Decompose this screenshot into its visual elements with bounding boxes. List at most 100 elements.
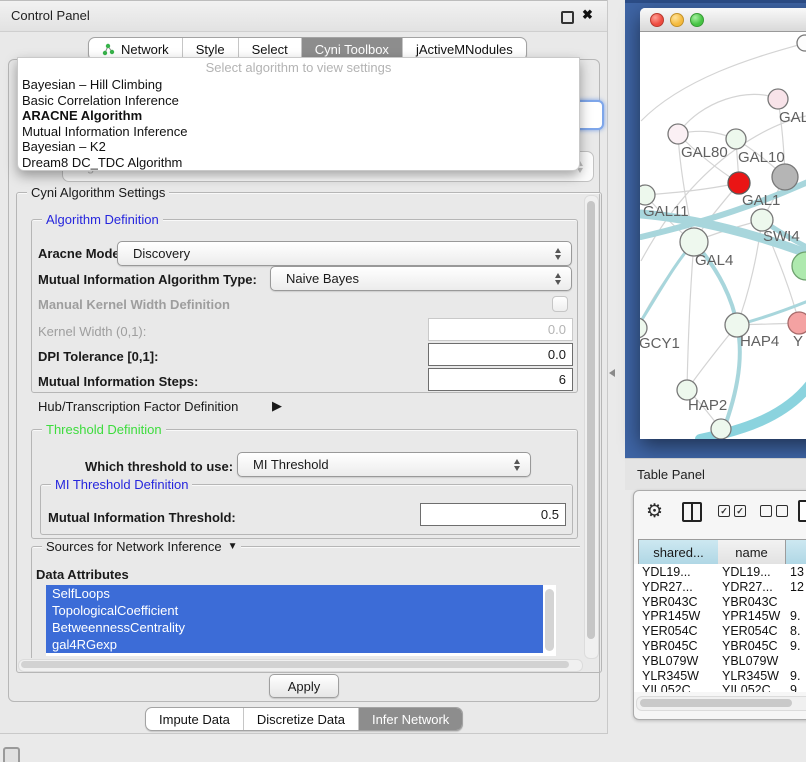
table-row[interactable]: YBL079WYBL079W	[634, 654, 806, 669]
algorithm-dropdown-popup: Select algorithm to view settings Bayesi…	[17, 57, 580, 171]
hub-collapsed-arrow-icon[interactable]: ▶	[272, 398, 282, 414]
settings-hscrollbar-thumb[interactable]	[21, 661, 569, 668]
split-columns-icon[interactable]	[682, 502, 702, 522]
checked-checkbox-icon[interactable]: ✓	[718, 505, 730, 517]
node-gal[interactable]	[768, 89, 788, 109]
kernel-width-label: Kernel Width (0,1):	[38, 324, 146, 339]
algorithm-option[interactable]: Basic Correlation Inference	[18, 93, 579, 109]
hub-section-label: Hub/Transcription Factor Definition	[38, 399, 238, 414]
bottom-tabbar: Impute Data Discretize Data Infer Networ…	[145, 707, 463, 731]
combo-spinner-icon	[555, 273, 562, 285]
algorithm-option[interactable]: Dream8 DC_TDC Algorithm	[18, 155, 579, 171]
column-header-name[interactable]: name	[718, 539, 786, 565]
screen: Control Panel ✖ Network Style Select Cyn…	[0, 0, 806, 762]
dpi-tolerance-label: DPI Tolerance [0,1]:	[38, 349, 158, 364]
page-icon[interactable]	[798, 500, 806, 522]
algorithm-option-selected[interactable]: ARACNE Algorithm	[18, 108, 579, 124]
network-window-titlebar[interactable]	[640, 8, 806, 32]
docked-panel-icon[interactable]	[3, 747, 20, 762]
sources-expanded-arrow-icon[interactable]: ▼	[228, 541, 238, 552]
table-panel-window: ⚙ ✓ ✓ shared... name YDL19...YDL19...13 …	[633, 490, 806, 720]
aracne-mode-combobox[interactable]: Discovery	[117, 241, 572, 266]
column-header-partial[interactable]	[786, 539, 806, 565]
unchecked-checkbox-icon[interactable]	[760, 505, 772, 517]
network-canvas-container: GAL GAL80 GAL10 GAL1 GAL11 SWI4 GAL4 GCY…	[640, 32, 806, 439]
mi-type-combobox[interactable]: Naive Bayes	[270, 266, 572, 291]
mi-threshold-title: MI Threshold Definition	[51, 477, 192, 492]
attribute-item[interactable]: TopologicalCoefficient	[46, 602, 543, 619]
node-gal1-red[interactable]	[728, 172, 750, 194]
algorithm-option[interactable]: Mutual Information Inference	[18, 124, 579, 140]
node-gal10[interactable]	[726, 129, 746, 149]
tab-impute-data[interactable]: Impute Data	[146, 708, 243, 730]
algorithm-placeholder: Select algorithm to view settings	[18, 58, 579, 77]
mi-steps-field[interactable]: 6	[428, 368, 573, 391]
splitter-collapse-icon[interactable]	[609, 369, 615, 377]
mi-type-value: Naive Bayes	[286, 271, 359, 286]
table-row[interactable]: YDL19...YDL19...13	[634, 565, 806, 580]
attributes-scrollbar-thumb[interactable]	[545, 589, 554, 651]
settings-vscrollbar-thumb[interactable]	[587, 201, 595, 639]
algorithm-option[interactable]: Bayesian – Hill Climbing	[18, 77, 579, 93]
dpi-tolerance-field[interactable]: 0.0	[428, 343, 573, 366]
attribute-item[interactable]: BetweennessCentrality	[46, 619, 543, 636]
algorithm-option[interactable]: Bayesian – K2	[18, 139, 579, 155]
node[interactable]	[711, 419, 731, 439]
table-row[interactable]: YER054CYER054C8.	[634, 624, 806, 639]
node-label: GAL1	[742, 192, 780, 209]
table-hscrollbar-thumb[interactable]	[640, 699, 792, 707]
table-hscrollbar[interactable]	[636, 696, 806, 711]
table-panel-titlebar: Table Panel	[625, 458, 806, 490]
algorithm-definition-title: Algorithm Definition	[42, 212, 163, 227]
network-canvas[interactable]: GAL GAL80 GAL10 GAL1 GAL11 SWI4 GAL4 GCY…	[640, 32, 806, 439]
checked-checkbox-icon[interactable]: ✓	[734, 505, 746, 517]
tab-network-label: Network	[121, 42, 169, 57]
table-row[interactable]: YLR345WYLR345W9.	[634, 669, 806, 684]
node-label: HAP4	[740, 333, 779, 350]
node-green[interactable]	[792, 252, 806, 280]
node-salmon[interactable]	[788, 312, 806, 334]
node[interactable]	[797, 35, 806, 51]
attribute-item[interactable]: gal4RGexp	[46, 636, 543, 653]
apply-button[interactable]: Apply	[269, 674, 339, 698]
tab-infer-network[interactable]: Infer Network	[358, 708, 462, 730]
close-icon[interactable]: ✖	[582, 7, 593, 23]
manual-kernel-checkbox[interactable]	[552, 296, 568, 312]
manual-kernel-label: Manual Kernel Width Definition	[38, 297, 230, 312]
aracne-mode-value: Discovery	[133, 246, 190, 261]
network-desktop: GAL GAL80 GAL10 GAL1 GAL11 SWI4 GAL4 GCY…	[625, 0, 806, 460]
float-window-icon[interactable]	[561, 11, 574, 24]
mi-threshold-field[interactable]: 0.5	[420, 503, 566, 526]
control-panel-title: Control Panel	[11, 8, 90, 23]
node-label: SWI4	[763, 228, 800, 245]
column-header-shared[interactable]: shared...	[638, 539, 719, 565]
node-gray[interactable]	[772, 164, 798, 190]
gear-icon[interactable]: ⚙	[646, 500, 663, 523]
combo-spinner-icon	[555, 248, 562, 260]
window-close-icon[interactable]	[650, 13, 664, 27]
network-tab-icon	[102, 43, 115, 56]
table-row[interactable]: YPR145WYPR145W9.	[634, 609, 806, 624]
which-threshold-combobox[interactable]: MI Threshold	[237, 452, 531, 477]
network-node-labels: GAL GAL80 GAL10 GAL1 GAL11 SWI4 GAL4 GCY…	[640, 109, 806, 414]
node-gal11[interactable]	[640, 185, 655, 205]
table-row[interactable]: YBR045CYBR045C9.	[634, 639, 806, 654]
window-minimize-icon[interactable]	[670, 13, 684, 27]
node-label: GCY1	[640, 335, 680, 352]
window-zoom-icon[interactable]	[690, 13, 704, 27]
settings-hscrollbar[interactable]	[18, 659, 583, 672]
tab-discretize-data[interactable]: Discretize Data	[243, 708, 358, 730]
mi-steps-label: Mutual Information Steps:	[38, 374, 198, 389]
attribute-item[interactable]: SelfLoops	[46, 585, 543, 602]
node-gal80[interactable]	[668, 124, 688, 144]
kernel-width-field[interactable]: 0.0	[428, 318, 573, 341]
network-view-window[interactable]: GAL GAL80 GAL10 GAL1 GAL11 SWI4 GAL4 GCY…	[640, 8, 806, 438]
data-attributes-label: Data Attributes	[36, 567, 129, 582]
node-label: GAL	[779, 109, 806, 126]
table-row[interactable]: YDR27...YDR27...12	[634, 580, 806, 595]
settings-vscrollbar[interactable]	[584, 195, 599, 659]
table-row[interactable]: YBR043CYBR043C	[634, 595, 806, 610]
table-row[interactable]: YIL052CYIL052C9	[634, 683, 806, 692]
control-panel-window: Control Panel ✖ Network Style Select Cyn…	[0, 0, 608, 734]
unchecked-checkbox-icon[interactable]	[776, 505, 788, 517]
